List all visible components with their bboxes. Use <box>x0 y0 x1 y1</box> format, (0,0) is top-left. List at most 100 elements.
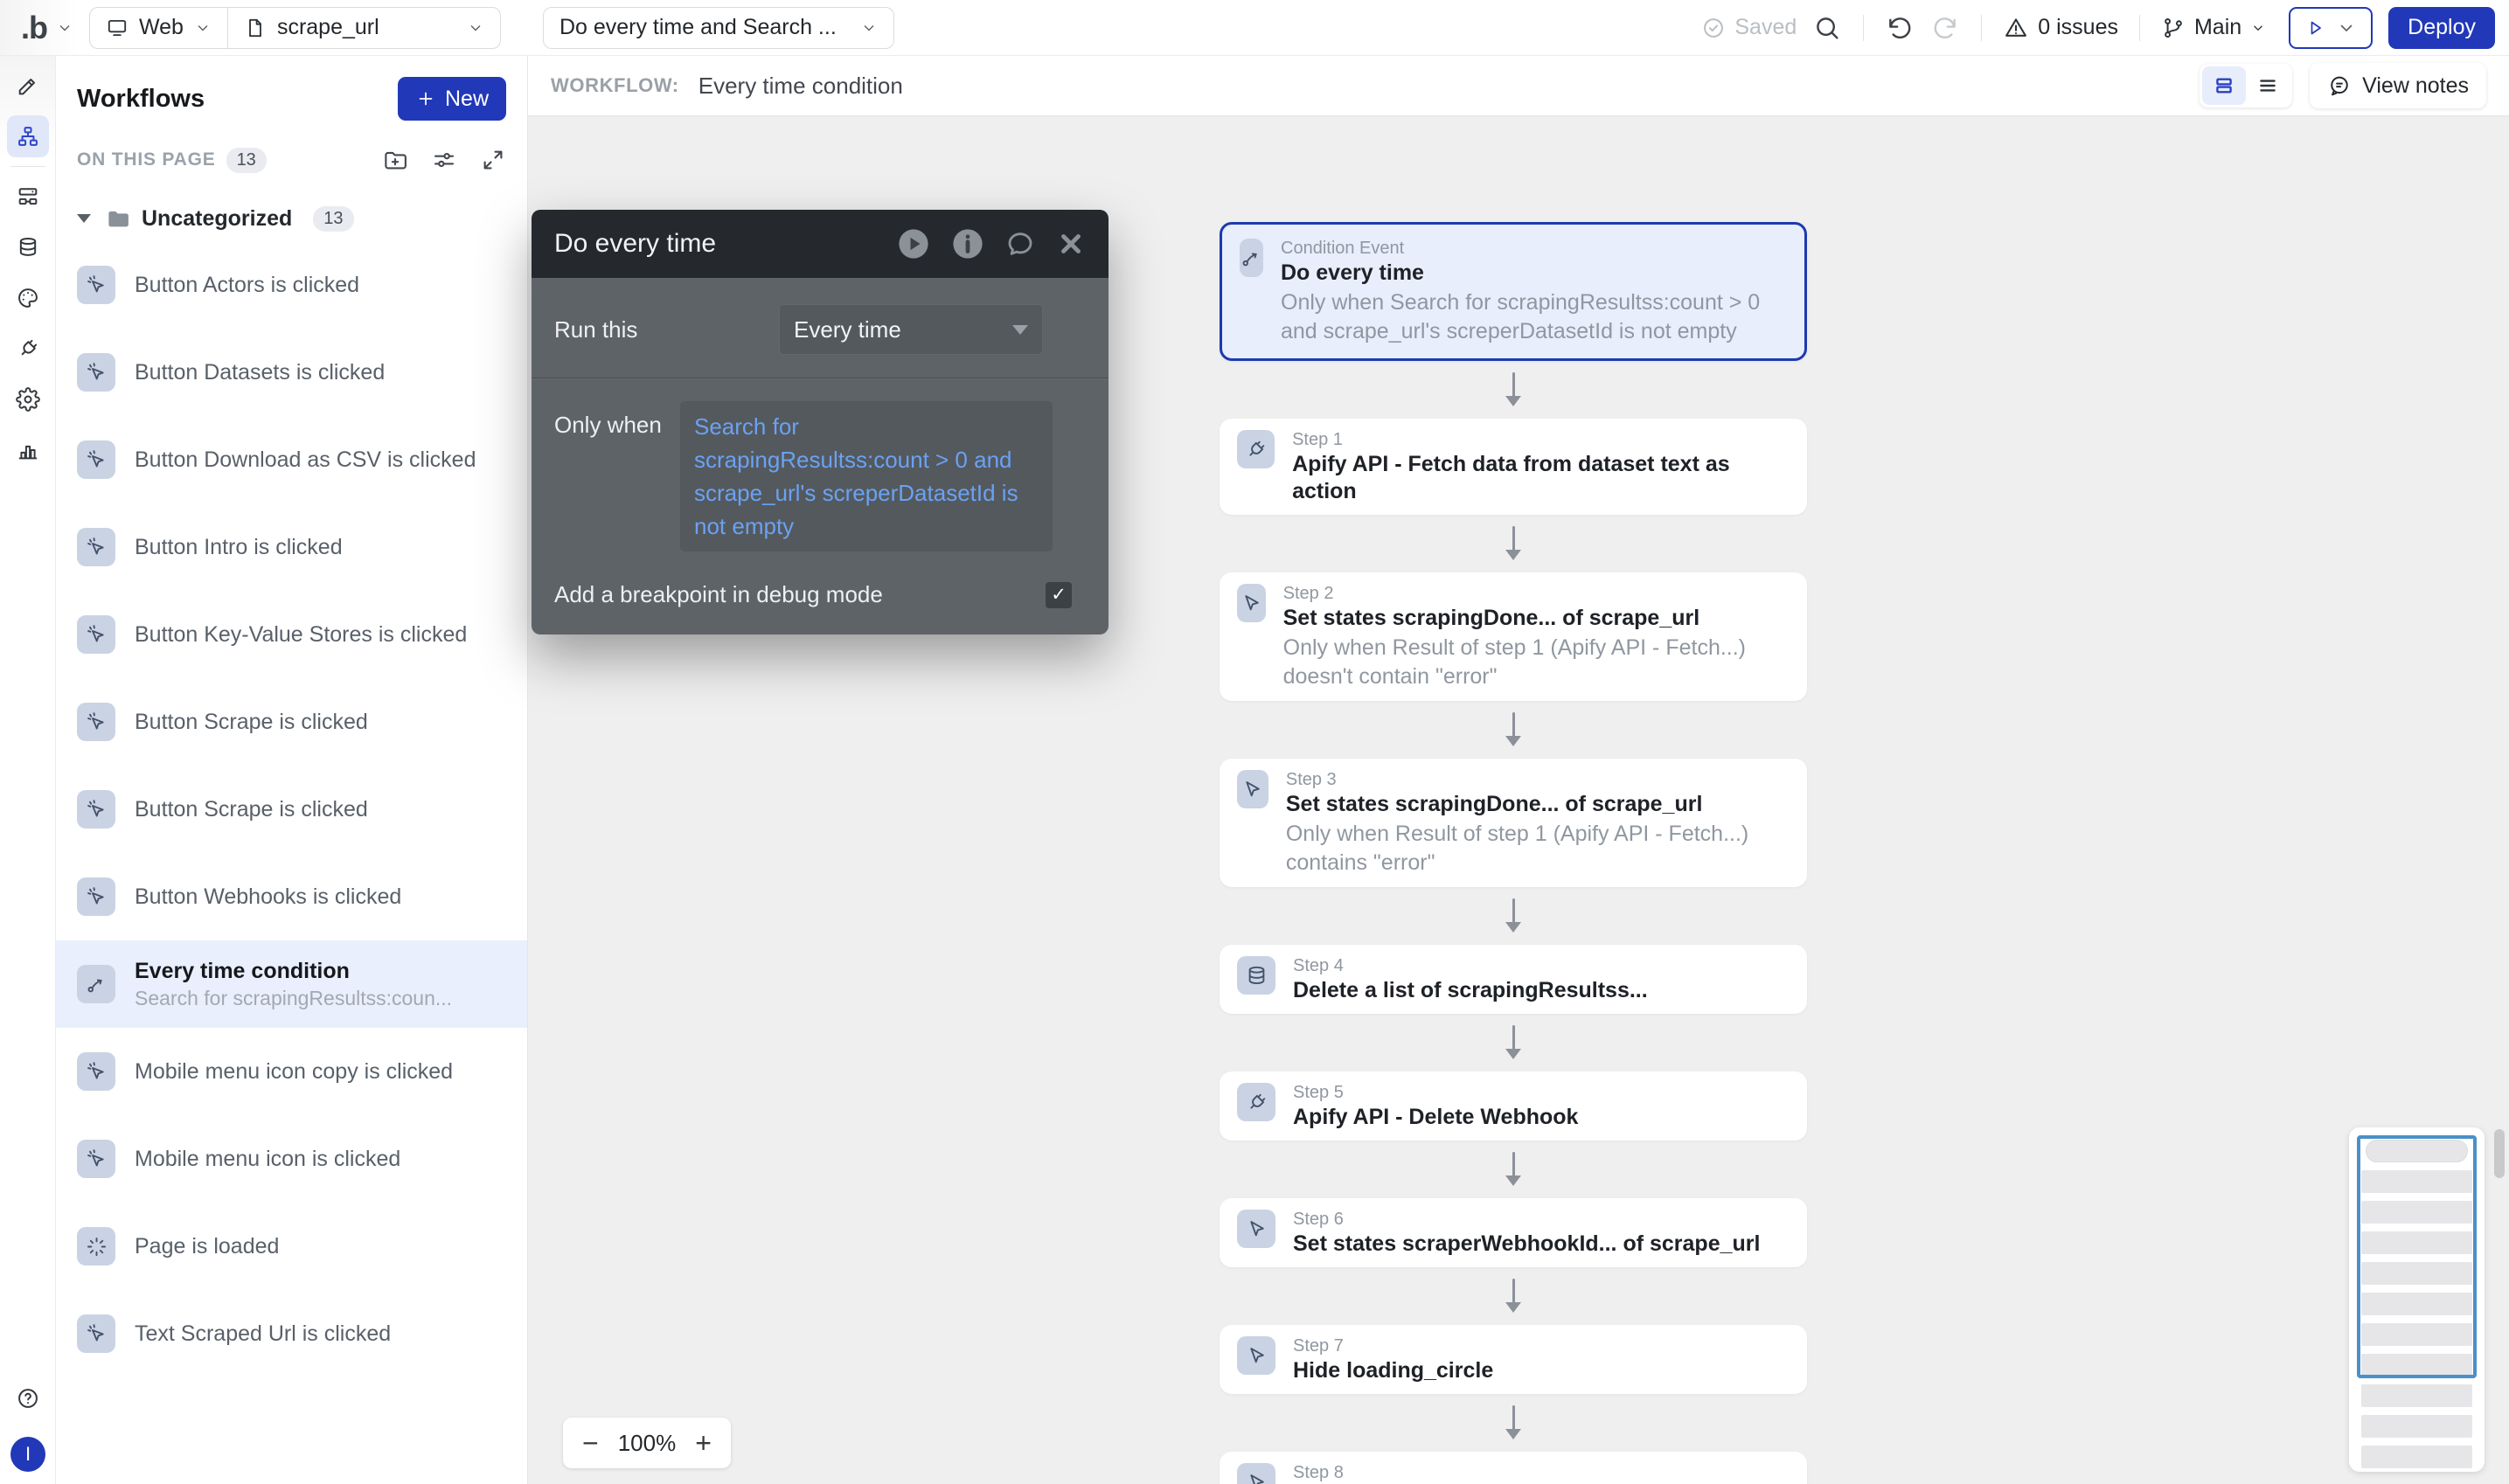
workflow-list-item[interactable]: Button Key-Value Stores is clicked <box>56 591 527 678</box>
zoom-out-button[interactable]: − <box>582 1429 599 1457</box>
notes-bubble-icon <box>2327 73 2352 98</box>
new-workflow-button[interactable]: New <box>398 77 506 121</box>
breakpoint-checkbox[interactable]: ✓ <box>1046 582 1072 608</box>
platform-page-select-group: Web scrape_url <box>89 7 501 49</box>
branch-select[interactable]: Main <box>2161 15 2266 40</box>
condition-expression-input[interactable]: Search for scrapingResultss:count > 0 an… <box>680 401 1053 551</box>
warning-icon <box>2003 15 2029 41</box>
list-view-button[interactable] <box>2246 66 2290 105</box>
workflow-list-item[interactable]: Mobile menu icon is clicked <box>56 1115 527 1203</box>
zoom-level: 100% <box>618 1430 677 1457</box>
workflow-list-item[interactable]: Button Webhooks is clicked <box>56 853 527 940</box>
minimap[interactable] <box>2349 1127 2485 1472</box>
step-card[interactable]: Step 8 <box>1220 1452 1807 1484</box>
redo-icon[interactable] <box>1930 13 1960 43</box>
minimap-viewport[interactable] <box>2357 1135 2477 1378</box>
step-type-chip <box>1237 1336 1275 1375</box>
minimap-step-bar <box>2361 1446 2472 1468</box>
sidebar-item-plugins[interactable] <box>7 328 49 370</box>
sidebar-item-styles[interactable] <box>7 277 49 319</box>
filter-icon[interactable] <box>431 147 457 173</box>
workflow-item-label: Every time condition <box>135 959 452 984</box>
undo-icon[interactable] <box>1885 13 1915 43</box>
workflow-list-item[interactable]: Button Scrape is clicked <box>56 766 527 853</box>
workflow-list-item[interactable]: Button Scrape is clicked <box>56 678 527 766</box>
info-icon[interactable] <box>951 227 984 260</box>
sidebar-item-settings[interactable] <box>7 378 49 420</box>
zoom-in-button[interactable]: + <box>695 1429 712 1457</box>
run-event-icon[interactable] <box>897 227 930 260</box>
cursor-click-icon <box>85 1322 108 1346</box>
workflow-item-label: Button Webhooks is clicked <box>135 884 401 910</box>
topbar-right: Saved 0 issues Main Deploy <box>1701 7 2495 49</box>
page-select[interactable]: scrape_url <box>227 8 500 48</box>
preview-run-button[interactable] <box>2289 7 2373 49</box>
issues-count: 0 issues <box>2038 15 2118 40</box>
workflow-list-item[interactable]: Every time conditionSearch for scrapingR… <box>56 940 527 1028</box>
new-folder-icon[interactable] <box>382 147 408 173</box>
step-title: Set states scrapingDone... of scrape_url <box>1286 791 1790 818</box>
step-card[interactable]: Step 7Hide loading_circle <box>1220 1325 1807 1394</box>
step-type-chip <box>1237 1463 1275 1484</box>
expand-icon[interactable] <box>480 147 506 173</box>
account-avatar[interactable]: I <box>10 1437 45 1472</box>
sidebar-item-workflows[interactable] <box>7 115 49 157</box>
styles-icon <box>16 286 40 310</box>
flow-arrow-icon <box>1505 1405 1522 1440</box>
step-card[interactable]: Step 1Apify API - Fetch data from datase… <box>1220 419 1807 515</box>
workflow-select[interactable]: Do every time and Search ... <box>543 7 894 49</box>
workflow-item-label: Button Download as CSV is clicked <box>135 447 476 473</box>
workflow-item-label: Button Datasets is clicked <box>135 360 385 385</box>
workflow-list-item[interactable]: Button Intro is clicked <box>56 503 527 591</box>
workflow-list-item[interactable]: Button Actors is clicked <box>56 241 527 329</box>
step-kind: Condition Event <box>1281 237 1787 260</box>
step-card[interactable]: Step 4Delete a list of scrapingResultss.… <box>1220 945 1807 1014</box>
workflow-list-item[interactable]: Page is loaded <box>56 1203 527 1290</box>
workflow-list-item[interactable]: Button Datasets is clicked <box>56 329 527 416</box>
step-title: Delete a list of scrapingResultss... <box>1293 977 1648 1004</box>
db-icon <box>1245 964 1268 988</box>
workflow-list-item[interactable]: Button Download as CSV is clicked <box>56 416 527 503</box>
step-card[interactable]: Step 6Set states scraperWebhookId... of … <box>1220 1198 1807 1267</box>
step-condition: Only when Result of step 1 (Apify API - … <box>1286 820 1790 877</box>
platform-select-value: Web <box>139 15 184 40</box>
folder-uncategorized[interactable]: Uncategorized 13 <box>56 199 527 238</box>
step-chain: Condition EventDo every timeOnly when Se… <box>1220 222 1807 1484</box>
workflow-list-item[interactable]: Text Scraped Url is clicked <box>56 1290 527 1377</box>
event-type-chip <box>77 1314 115 1353</box>
pointer-icon <box>1245 1471 1268 1484</box>
step-card[interactable]: Step 3Set states scrapingDone... of scra… <box>1220 759 1807 887</box>
step-card[interactable]: Condition EventDo every timeOnly when Se… <box>1220 222 1807 361</box>
comment-icon[interactable] <box>1005 229 1035 259</box>
deploy-button[interactable]: Deploy <box>2388 7 2495 49</box>
dropdown-caret-icon <box>1012 325 1028 335</box>
sidebar-item-design[interactable] <box>7 65 49 107</box>
sidebar-item-components[interactable] <box>7 176 49 218</box>
step-title: Do every time <box>1281 260 1787 287</box>
card-view-button[interactable] <box>2202 66 2246 105</box>
platform-select[interactable]: Web <box>90 8 227 48</box>
app-menu[interactable]: .b <box>21 10 73 46</box>
help-button[interactable] <box>7 1377 49 1419</box>
step-card[interactable]: Step 2Set states scrapingDone... of scra… <box>1220 572 1807 701</box>
sidebar-item-logs[interactable] <box>7 429 49 471</box>
canvas-scrollbar[interactable] <box>2494 1129 2505 1178</box>
plugins-icon <box>16 336 40 361</box>
event-type-chip <box>77 703 115 741</box>
chevron-down-icon <box>2250 20 2266 36</box>
chevron-down-icon <box>194 19 212 37</box>
canvas-header: WORKFLOW: Every time condition View note… <box>528 56 2509 116</box>
workflow-list-item[interactable]: Mobile menu icon copy is clicked <box>56 1028 527 1115</box>
search-icon[interactable] <box>1812 13 1842 43</box>
chevron-down-icon <box>56 19 73 37</box>
sidebar-item-data[interactable] <box>7 226 49 268</box>
issues-button[interactable]: 0 issues <box>2003 15 2118 41</box>
run-this-dropdown[interactable]: Every time <box>779 304 1043 355</box>
page-file-icon <box>244 17 267 39</box>
design-icon <box>16 73 40 98</box>
step-card[interactable]: Step 5Apify API - Delete Webhook <box>1220 1071 1807 1141</box>
workflows-icon <box>16 124 40 149</box>
close-icon[interactable] <box>1056 229 1086 259</box>
view-notes-button[interactable]: View notes <box>2310 63 2486 108</box>
dialog-header[interactable]: Do every time <box>532 210 1109 278</box>
